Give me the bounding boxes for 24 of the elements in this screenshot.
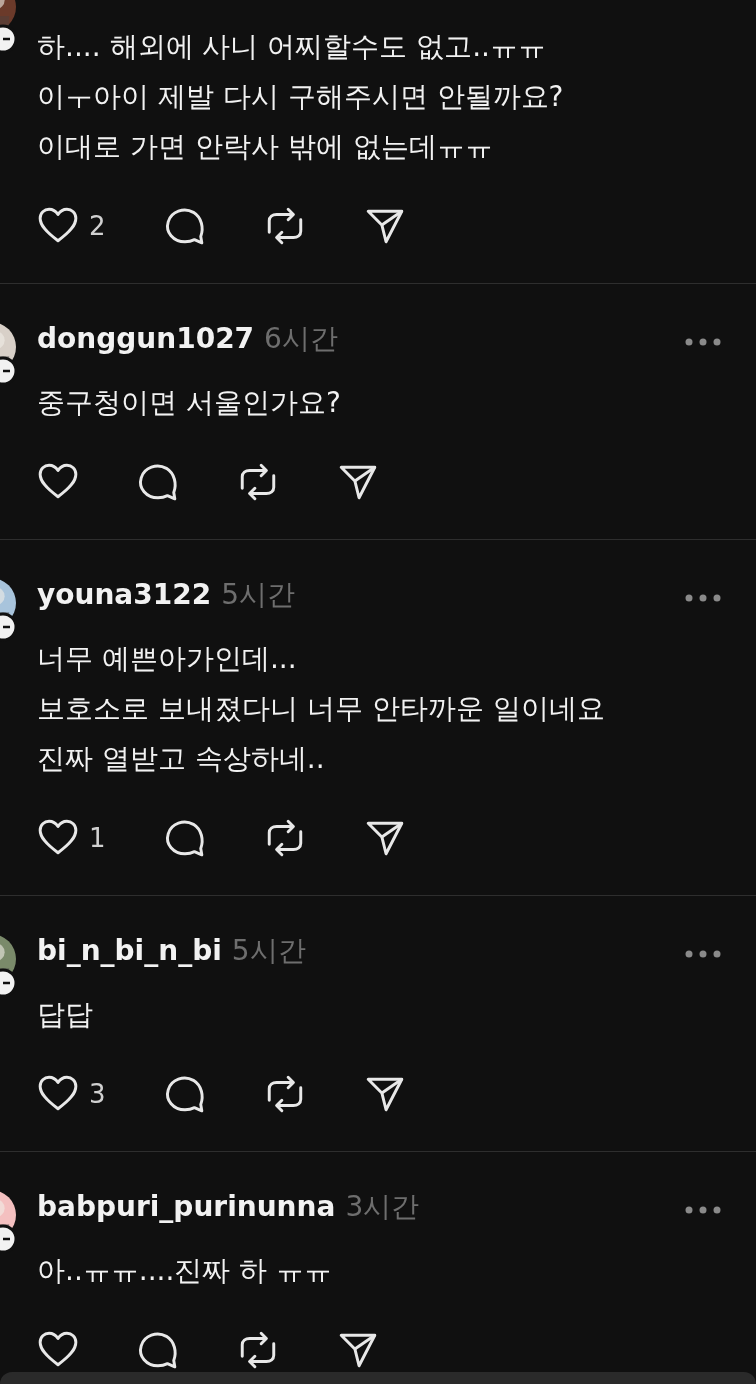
comment-text: 진짜 열받고 속상하네.. <box>37 741 326 777</box>
like-count: 2 <box>89 211 106 241</box>
username[interactable]: donggun1027 <box>37 322 255 355</box>
timestamp: 3시간 <box>345 1189 420 1225</box>
like-count: 3 <box>89 1079 106 1109</box>
comment-text: 보호소로 보내졌다니 너무 안타까운 일이네요 <box>37 691 606 727</box>
comment-text: 하.... 해외에 사니 어찌할수도 없고..ㅠㅠ <box>37 29 547 65</box>
username[interactable]: bi_n_bi_n_bi <box>37 934 222 967</box>
comment-text: 이대로 가면 안락사 밖에 없는데ㅠㅠ <box>37 129 494 165</box>
timestamp: 5시간 <box>231 933 306 969</box>
like-count: 1 <box>89 823 106 853</box>
timestamp: 6시간 <box>264 321 338 357</box>
more-icon[interactable] <box>684 337 722 347</box>
comment-text: 아..ㅠㅠ....진짜 하 ㅠㅠ <box>37 1253 334 1289</box>
comment-text: 중구청이면 서울인가요? <box>37 385 342 421</box>
more-icon[interactable] <box>684 949 722 959</box>
username[interactable]: babpuri_purinunna <box>37 1190 336 1223</box>
comment-text: 이ㅜ아이 제발 다시 구해주시면 안될까요? <box>37 79 565 115</box>
more-icon[interactable] <box>684 1205 722 1215</box>
comment-text: 너무 예쁜아가인데... <box>37 641 298 677</box>
timestamp: 5시간 <box>221 577 295 613</box>
username[interactable]: youna3122 <box>37 578 212 611</box>
comment-text: 답답 <box>37 997 94 1033</box>
more-icon[interactable] <box>684 593 722 603</box>
